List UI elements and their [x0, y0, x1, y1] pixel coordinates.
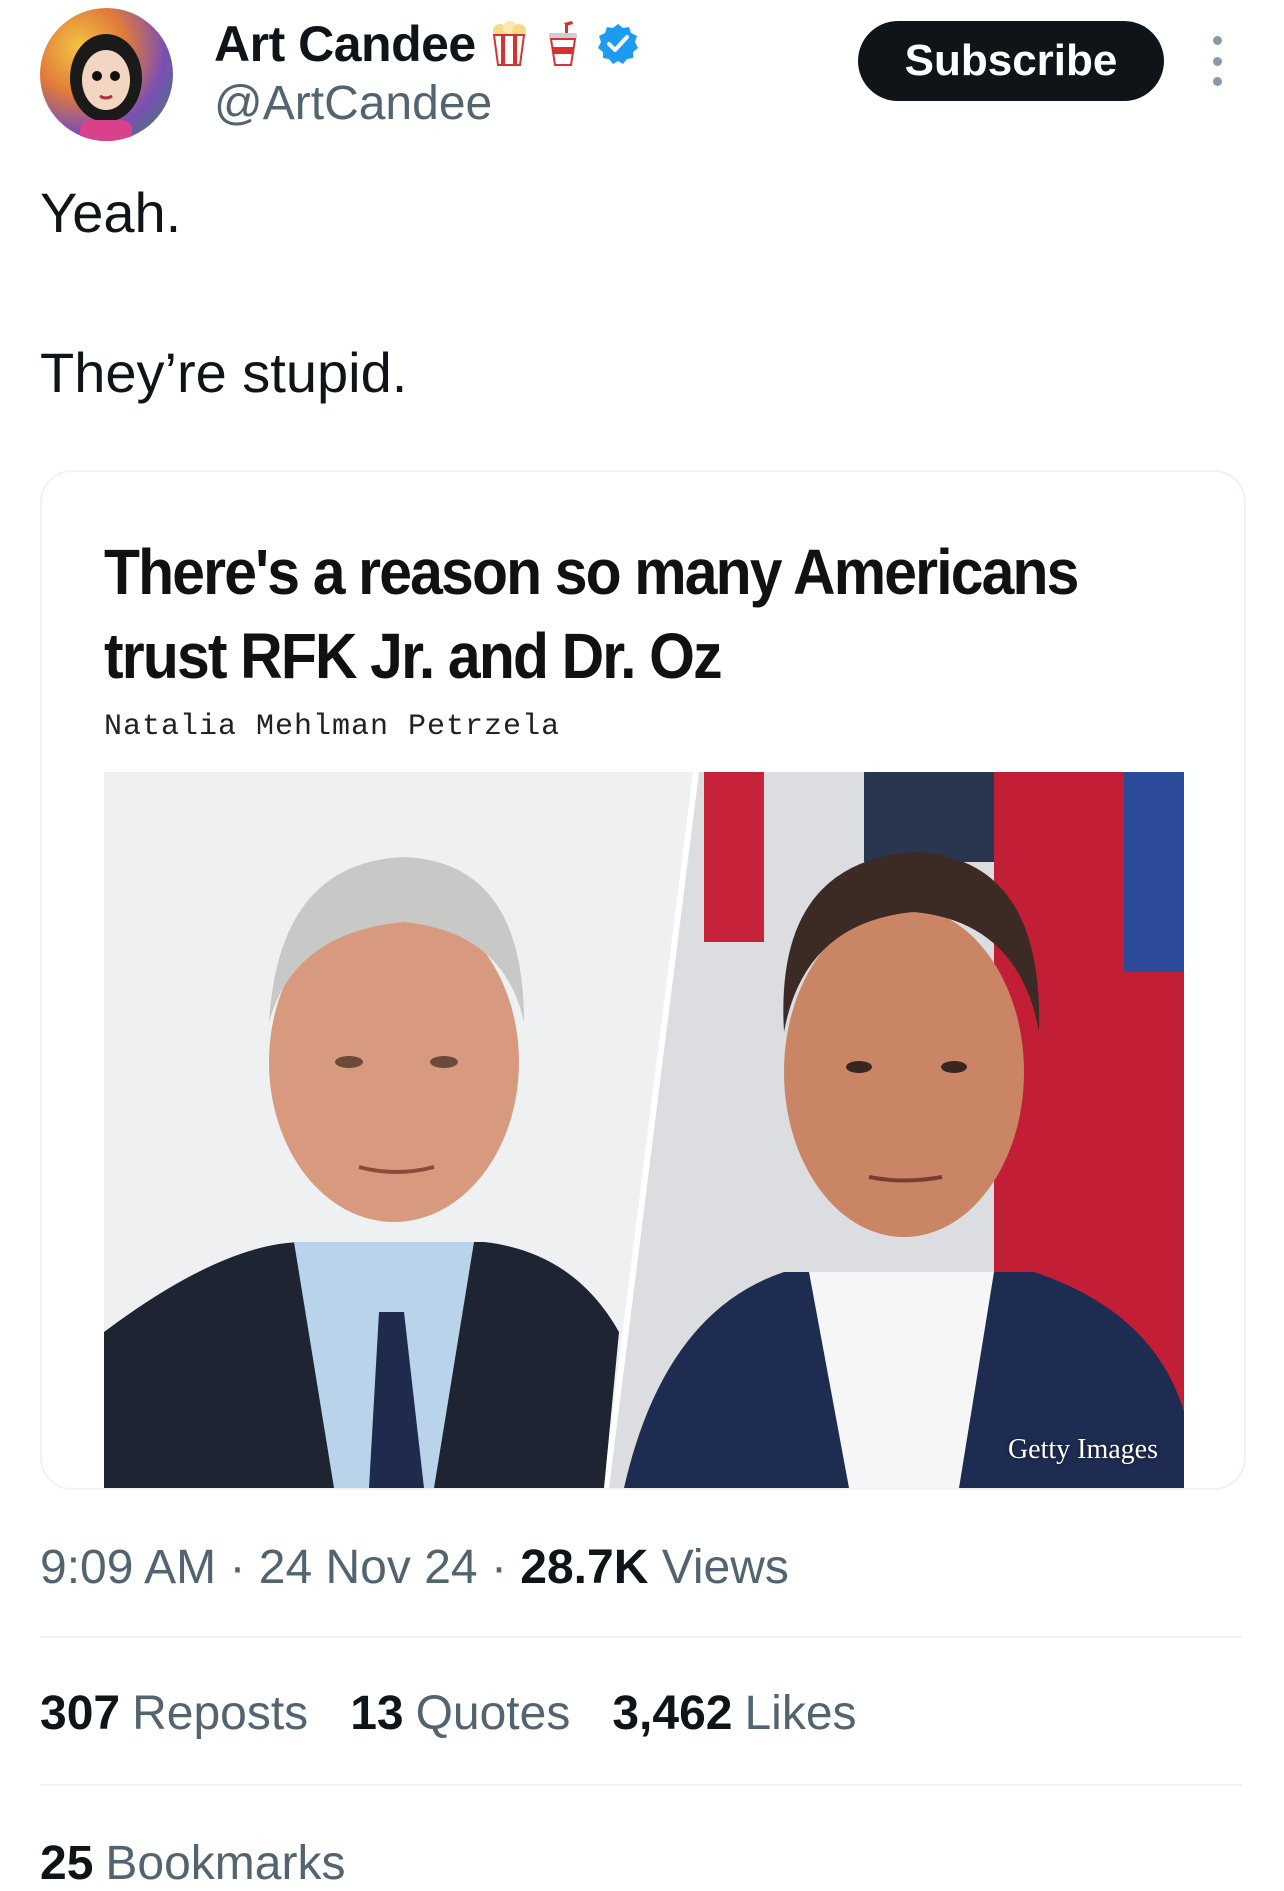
- popcorn-icon: [488, 21, 530, 67]
- verified-badge-icon[interactable]: [596, 22, 640, 66]
- photo-credit: Getty Images: [1007, 1434, 1158, 1465]
- views-count: 28.7K: [520, 1541, 649, 1594]
- likes-count: 3,462: [612, 1687, 733, 1740]
- divider: [40, 1784, 1242, 1786]
- bookmarks-label: Bookmarks: [105, 1837, 346, 1890]
- tweet-text-line: They’re stupid.: [40, 341, 408, 404]
- tweet-detail: Art Candee @ArtCandee Subscribe Yeah. Th…: [0, 0, 1284, 1891]
- quotes-count: 13: [350, 1687, 404, 1740]
- quotes-stat[interactable]: 13 Quotes: [350, 1686, 570, 1741]
- reposts-label: Reposts: [132, 1687, 309, 1740]
- display-name[interactable]: Art Candee: [214, 15, 476, 73]
- subscribe-button[interactable]: Subscribe: [858, 21, 1164, 101]
- split-portrait-photo: [104, 772, 1184, 1488]
- meta-separator: ·: [490, 1541, 521, 1594]
- author-handle[interactable]: @ArtCandee: [214, 76, 492, 131]
- likes-label: Likes: [744, 1687, 857, 1740]
- tweet-time[interactable]: 9:09 AM: [40, 1541, 216, 1594]
- engagement-stats: 307 Reposts 13 Quotes 3,462 Likes: [40, 1686, 857, 1741]
- article-photo[interactable]: Getty Images: [104, 772, 1184, 1488]
- reposts-stat[interactable]: 307 Reposts: [40, 1686, 308, 1741]
- media-card[interactable]: There's a reason so many Americans trust…: [40, 470, 1246, 1490]
- bookmarks-stat[interactable]: 25 Bookmarks: [40, 1836, 345, 1891]
- reposts-count: 307: [40, 1687, 121, 1740]
- likes-stat[interactable]: 3,462 Likes: [612, 1686, 856, 1741]
- tweet-text-line: Yeah.: [40, 181, 182, 244]
- tweet-meta: 9:09 AM · 24 Nov 24 · 28.7K Views: [40, 1540, 789, 1595]
- views-label: Views: [661, 1541, 789, 1594]
- divider: [40, 1636, 1242, 1638]
- soda-cup-icon: [542, 21, 584, 67]
- avatar[interactable]: [40, 8, 173, 141]
- more-options-icon[interactable]: [1202, 36, 1232, 86]
- meta-separator: ·: [229, 1541, 259, 1594]
- author-name-row: Art Candee: [214, 14, 640, 74]
- article-byline: Natalia Mehlman Petrzela: [104, 710, 561, 744]
- quotes-label: Quotes: [415, 1687, 571, 1740]
- bookmarks-count: 25: [40, 1837, 94, 1890]
- article-headline: There's a reason so many Americans trust…: [104, 536, 1079, 692]
- avatar-illustration: [70, 34, 142, 141]
- tweet-date[interactable]: 24 Nov 24: [259, 1541, 478, 1594]
